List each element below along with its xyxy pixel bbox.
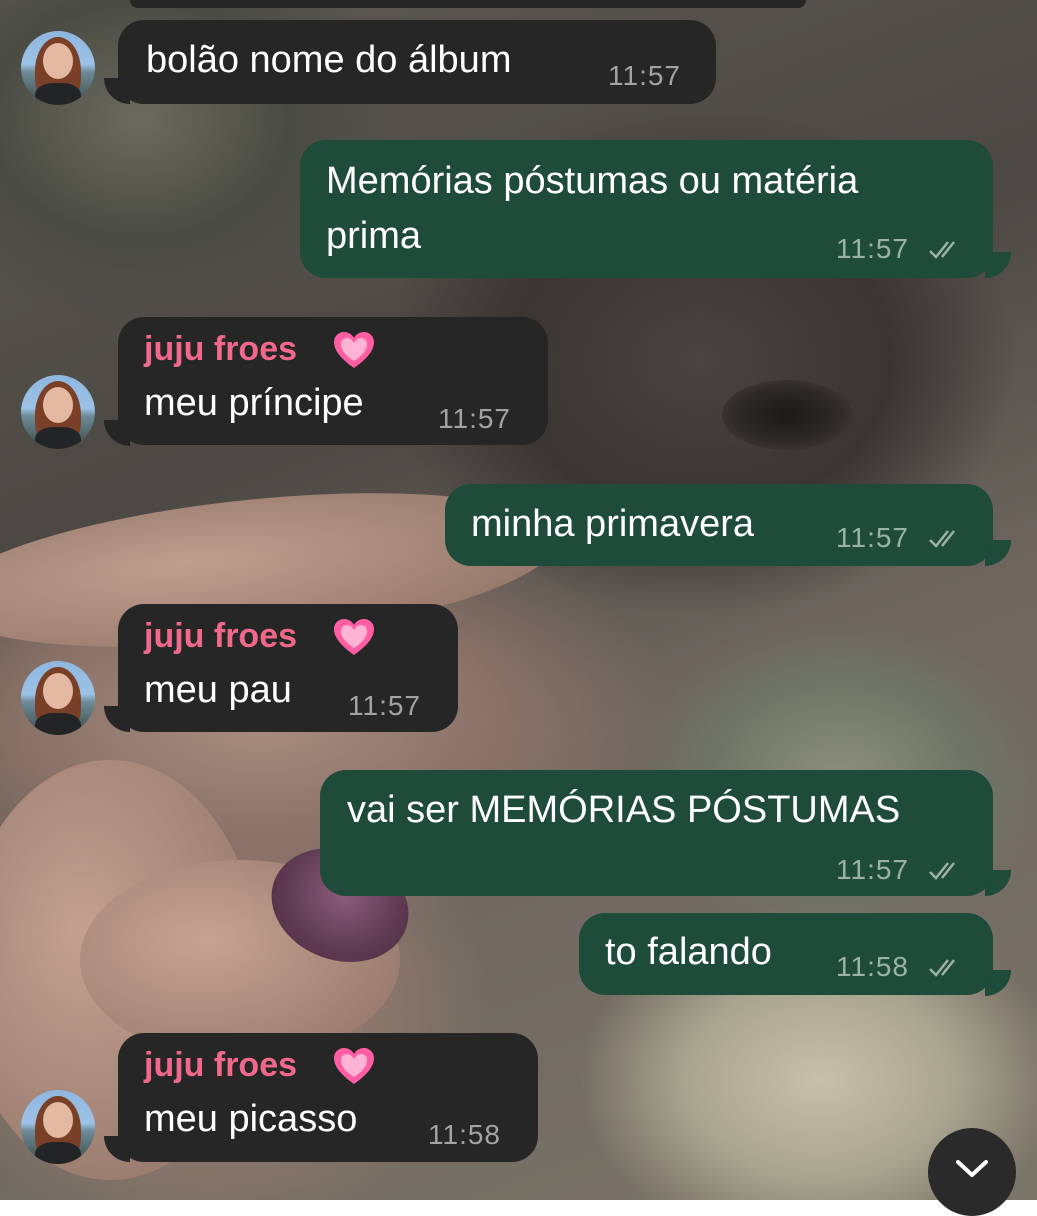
sparkling-heart-icon [334, 619, 374, 655]
message-time: 11:57 [438, 403, 511, 434]
message-time: 11:58 [836, 951, 909, 982]
sender-name: juju froes [144, 330, 298, 368]
incoming-message-bubble[interactable]: juju froes meu príncipe 11:57 [118, 317, 548, 445]
sender-name: juju froes [144, 617, 298, 655]
message-time: 11:57 [836, 233, 909, 264]
message-time: 11:58 [428, 1119, 501, 1150]
double-check-icon [929, 959, 955, 977]
previous-message-edge [130, 0, 806, 8]
message-text: meu príncipe [144, 382, 364, 424]
message-time: 11:57 [836, 522, 909, 553]
contact-avatar[interactable] [21, 375, 95, 449]
double-check-icon [929, 862, 955, 880]
chevron-down-icon [956, 1160, 988, 1177]
message-text-line-2: prima [326, 215, 422, 257]
message-text: bolão nome do álbum [146, 39, 512, 81]
incoming-message-bubble[interactable]: bolão nome do álbum 11:57 [118, 20, 716, 104]
message-text: minha primavera [471, 503, 754, 545]
incoming-message-bubble[interactable]: juju froes meu picasso 11:58 [118, 1033, 538, 1162]
outgoing-message-bubble[interactable]: vai ser MEMÓRIAS PÓSTUMAS 11:57 [320, 770, 993, 896]
incoming-message-bubble[interactable]: juju froes meu pau 11:57 [118, 604, 458, 732]
contact-avatar[interactable] [21, 31, 95, 105]
message-time: 11:57 [836, 854, 909, 885]
message-time: 11:57 [348, 690, 421, 721]
contact-avatar[interactable] [21, 1090, 95, 1164]
contact-avatar[interactable] [21, 661, 95, 735]
message-text-line-1: Memórias póstumas ou matéria [326, 160, 859, 202]
outgoing-message-bubble[interactable]: Memórias póstumas ou matéria prima 11:57 [300, 140, 993, 278]
scroll-to-bottom-button[interactable] [928, 1128, 1016, 1216]
wallpaper-detail [722, 380, 852, 450]
message-time: 11:57 [608, 60, 681, 91]
outgoing-message-bubble[interactable]: to falando 11:58 [579, 913, 993, 995]
double-check-icon [929, 530, 955, 548]
double-check-icon [929, 241, 955, 259]
message-text: vai ser MEMÓRIAS PÓSTUMAS [347, 789, 901, 831]
message-text: meu pau [144, 669, 292, 711]
sparkling-heart-icon [334, 1048, 374, 1084]
outgoing-message-bubble[interactable]: minha primavera 11:57 [445, 484, 993, 566]
message-text: to falando [605, 931, 772, 973]
sender-name: juju froes [144, 1046, 298, 1084]
message-text: meu picasso [144, 1098, 358, 1140]
sparkling-heart-icon [334, 332, 374, 368]
